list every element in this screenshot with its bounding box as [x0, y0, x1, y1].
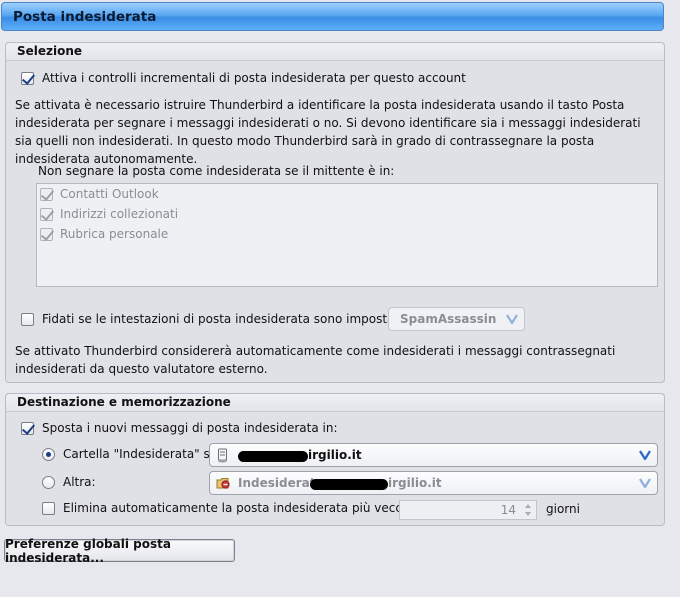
spam-filter-value: SpamAssassin — [400, 312, 497, 326]
chevron-down-icon — [639, 450, 651, 461]
address-book-list[interactable]: Contatti Outlook Indirizzi collezionati … — [36, 183, 658, 287]
purge-junk-checkbox[interactable] — [42, 502, 55, 515]
trust-description: Se attivato Thunderbird considererà auto… — [15, 344, 616, 376]
move-junk-label[interactable]: Sposta i nuovi messaggi di posta indesid… — [42, 421, 337, 435]
junk-account-dropdown[interactable]: irgilio.it — [209, 443, 658, 467]
purge-junk-label[interactable]: Elimina automaticamente la posta indesid… — [63, 501, 435, 515]
pane-header: Posta indesiderata — [1, 2, 664, 31]
enable-junk-controls-label[interactable]: Attiva i controlli incrementali di posta… — [42, 71, 466, 85]
whitelist-label: Non segnare la posta come indesiderata s… — [38, 164, 395, 178]
address-book-checkbox[interactable] — [40, 188, 53, 201]
destination-group: Destinazione e memorizzazione Sposta i n… — [5, 393, 665, 526]
redacted-account — [310, 479, 388, 490]
trust-headers-label[interactable]: Fidati se le intestazioni di posta indes… — [42, 312, 429, 326]
other-folder-radio[interactable] — [42, 476, 55, 489]
junk-folder-label[interactable]: Cartella "Indesiderata" su: — [63, 447, 221, 461]
move-junk-checkbox[interactable] — [21, 422, 34, 435]
pane-title: Posta indesiderata — [13, 8, 157, 25]
other-folder-value-suffix: irgilio.it — [388, 476, 442, 490]
address-book-item[interactable]: Rubrica personale — [60, 227, 168, 241]
folder-icon — [216, 478, 230, 489]
destination-group-title: Destinazione e memorizzazione — [17, 395, 231, 409]
selection-group: Selezione Attiva i controlli incremental… — [5, 42, 665, 383]
spin-down-icon — [525, 512, 531, 516]
junk-account-value: irgilio.it — [308, 448, 362, 462]
address-book-checkbox[interactable] — [40, 208, 53, 221]
redacted-account — [238, 451, 308, 462]
spam-filter-dropdown[interactable]: SpamAssassin — [388, 307, 525, 331]
junk-description: Se attivata è necessario istruire Thunde… — [15, 98, 641, 166]
address-book-checkbox[interactable] — [40, 228, 53, 241]
junk-folder-radio[interactable] — [42, 448, 55, 461]
spin-up-icon — [525, 504, 531, 508]
other-folder-dropdown[interactable]: Indesiderata irgilio.it — [209, 471, 658, 495]
server-icon — [218, 448, 227, 463]
purge-days-unit: giorni — [546, 502, 580, 516]
purge-days-spinner[interactable]: 14 — [399, 500, 537, 520]
global-junk-preferences-button[interactable]: Preferenze globali posta indesiderata... — [4, 536, 235, 565]
global-junk-preferences-label: Preferenze globali posta indesiderata... — [5, 536, 171, 565]
chevron-down-icon — [639, 478, 651, 489]
purge-days-value: 14 — [500, 503, 516, 517]
enable-junk-controls-checkbox[interactable] — [21, 72, 34, 85]
address-book-item[interactable]: Indirizzi collezionati — [60, 207, 178, 221]
other-folder-label[interactable]: Altra: — [63, 475, 96, 489]
chevron-down-icon — [506, 314, 518, 325]
trust-headers-checkbox[interactable] — [21, 313, 34, 326]
selection-group-title: Selezione — [17, 44, 83, 58]
address-book-item[interactable]: Contatti Outlook — [60, 187, 159, 201]
